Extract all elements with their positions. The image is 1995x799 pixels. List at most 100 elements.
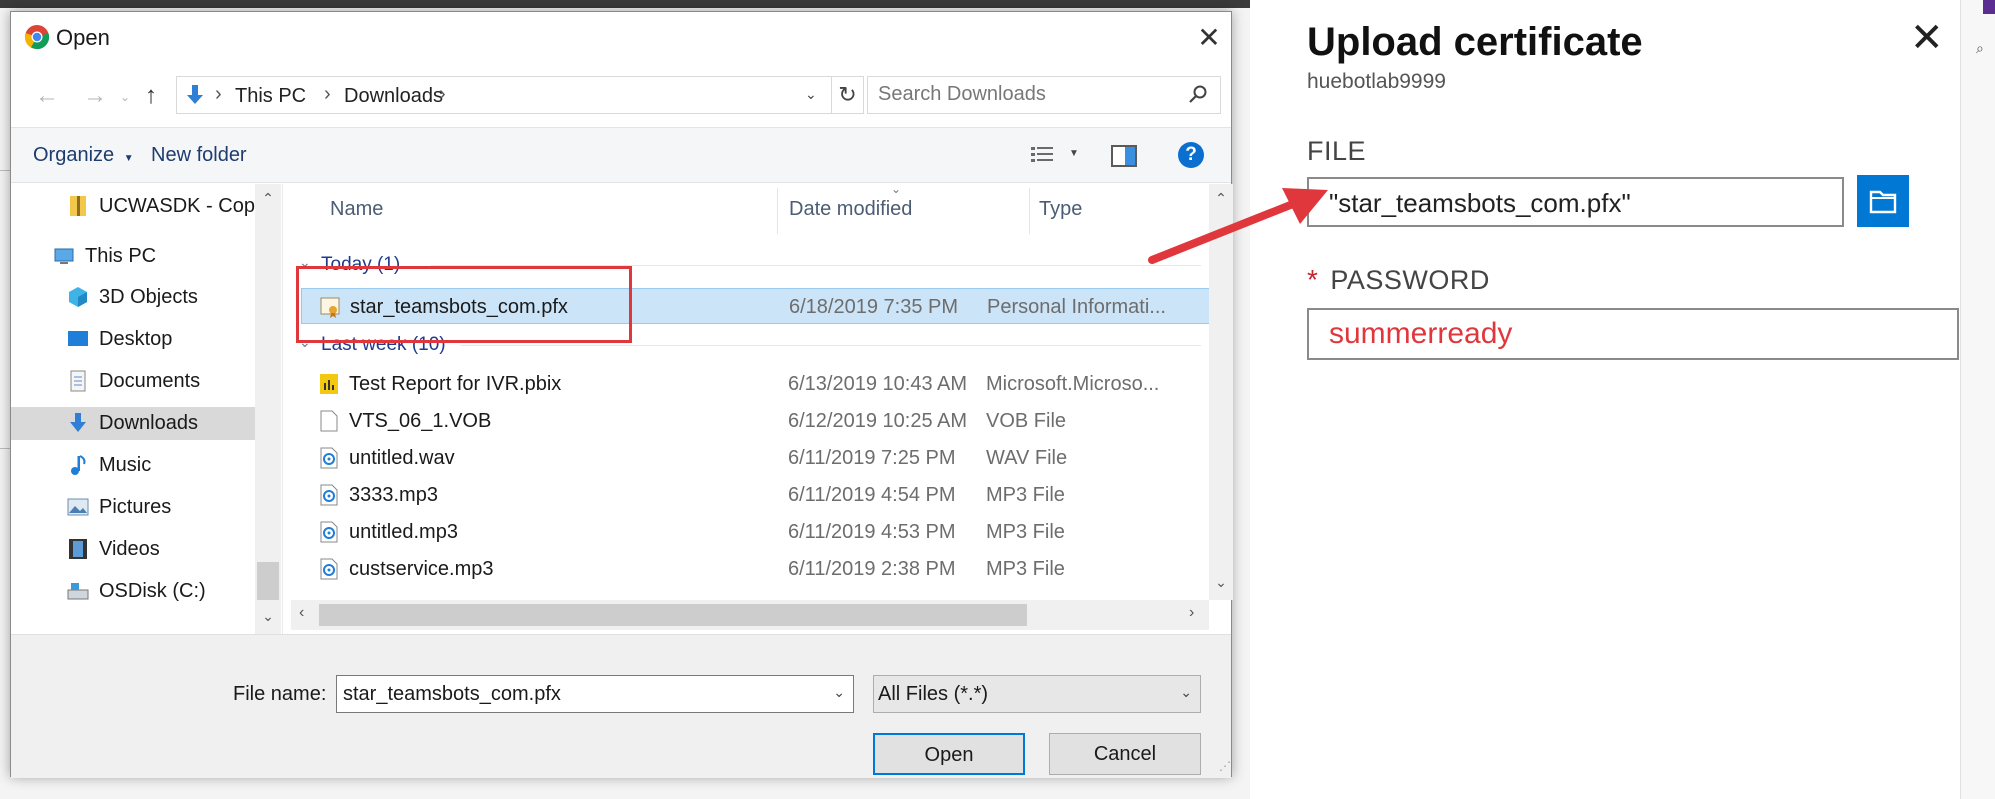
file-type: Microsoft.Microso... — [986, 373, 1160, 395]
nav-item-documents[interactable]: Documents — [11, 365, 259, 398]
organize-button[interactable]: Organize ▼ — [33, 144, 134, 167]
file-date: 6/11/2019 7:25 PM — [788, 447, 956, 469]
forward-arrow-icon[interactable]: → — [81, 82, 109, 110]
file-row[interactable]: VTS_06_1.VOB 6/12/2019 10:25 AM VOB File — [301, 403, 1231, 439]
file-date: 6/18/2019 7:35 PM — [789, 296, 959, 318]
file-type: MP3 File — [986, 521, 1065, 543]
view-options-dropdown-icon[interactable]: ▼ — [1069, 148, 1079, 159]
sort-indicator-icon: ⌄ — [891, 182, 902, 196]
upload-certificate-panel: Upload certificate huebotlab9999 ✕ FILE … — [1250, 0, 1960, 799]
column-header-date[interactable]: Date modified — [789, 198, 912, 221]
blank-file-icon — [320, 410, 338, 432]
column-divider[interactable] — [777, 188, 778, 234]
file-name-input[interactable]: star_teamsbots_com.pfx ⌄ — [336, 675, 854, 713]
file-name-history-chevron-icon[interactable]: ⌄ — [833, 684, 845, 701]
nav-item-desktop[interactable]: Desktop — [11, 323, 259, 356]
column-header-name[interactable]: Name — [330, 198, 383, 221]
file-row[interactable]: custservice.mp3 6/11/2019 2:38 PM MP3 Fi… — [301, 551, 1231, 587]
search-icon[interactable]: ⌕ — [1976, 40, 1984, 57]
nav-item-downloads[interactable]: Downloads — [11, 407, 259, 440]
file-name-value: star_teamsbots_com.pfx — [343, 683, 561, 705]
breadcrumb-downloads[interactable]: Downloads — [344, 85, 443, 108]
cube-icon — [69, 287, 87, 307]
scroll-down-arrow-icon[interactable]: ⌄ — [255, 608, 281, 625]
nav-item-ucwasdk[interactable]: UCWASDK - Cop — [11, 190, 259, 223]
nav-item-this-pc[interactable]: This PC — [11, 240, 259, 273]
horizontal-scrollbar-thumb[interactable] — [319, 604, 1027, 626]
file-row[interactable]: 3333.mp3 6/11/2019 4:54 PM MP3 File — [301, 477, 1231, 513]
audio-file-icon — [320, 484, 338, 506]
background-divider — [0, 170, 10, 171]
nav-label: Pictures — [99, 496, 172, 518]
background-divider — [0, 448, 10, 449]
open-button[interactable]: Open — [873, 733, 1025, 775]
scroll-down-arrow-icon[interactable]: ⌄ — [1209, 574, 1233, 591]
nav-label: OSDisk (C:) — [99, 580, 206, 602]
file-name: untitled.mp3 — [349, 521, 458, 543]
file-name: custservice.mp3 — [349, 558, 494, 580]
pictures-icon — [67, 498, 89, 516]
file-type: VOB File — [986, 410, 1067, 432]
nav-label: Videos — [99, 538, 160, 560]
file-date: 6/11/2019 2:38 PM — [788, 558, 956, 580]
file-row[interactable]: Test Report for IVR.pbix 6/13/2019 10:43… — [301, 366, 1231, 402]
music-note-icon — [71, 455, 86, 475]
close-icon[interactable]: ✕ — [1910, 18, 1944, 58]
nav-item-osdisk[interactable]: OSDisk (C:) — [11, 575, 259, 608]
download-arrow-icon — [187, 85, 203, 104]
nav-scrollbar-thumb[interactable] — [257, 562, 279, 600]
nav-item-3d-objects[interactable]: 3D Objects — [11, 281, 259, 314]
dialog-footer: File name: star_teamsbots_com.pfx ⌄ All … — [11, 634, 1231, 778]
scroll-up-arrow-icon[interactable]: ⌃ — [255, 190, 281, 207]
organize-dropdown-icon: ▼ — [123, 153, 134, 164]
nav-item-pictures[interactable]: Pictures — [11, 491, 259, 524]
preview-pane-icon[interactable] — [1111, 145, 1137, 167]
address-bar[interactable]: › This PC › Downloads › ⌄ — [176, 76, 832, 114]
file-date: 6/11/2019 4:54 PM — [788, 484, 956, 506]
breadcrumb-this-pc[interactable]: This PC — [235, 85, 306, 108]
scroll-left-arrow-icon[interactable]: ‹ — [299, 604, 304, 622]
file-type-value: All Files (*.*) — [878, 683, 989, 705]
file-type-select[interactable]: All Files (*.*) ⌄ — [873, 675, 1201, 713]
resize-grip-icon[interactable]: ⋰ — [1219, 759, 1231, 773]
column-header-type[interactable]: Type — [1039, 198, 1082, 221]
nav-label: This PC — [85, 245, 157, 267]
computer-icon — [54, 248, 74, 264]
file-list-horizontal-scrollbar[interactable]: ‹ › — [291, 600, 1209, 630]
refresh-icon[interactable]: ↻ — [832, 76, 864, 114]
view-list-icon[interactable] — [1031, 146, 1055, 166]
nav-item-music[interactable]: Music — [11, 449, 259, 482]
scroll-right-arrow-icon[interactable]: › — [1189, 604, 1194, 622]
help-button[interactable]: ? — [1178, 142, 1204, 168]
browse-button[interactable] — [1857, 175, 1909, 227]
nav-item-videos[interactable]: Videos — [11, 533, 259, 566]
dialog-close-button[interactable]: ✕ — [1191, 20, 1227, 56]
recent-locations-chevron-icon[interactable]: ⌄ — [111, 90, 139, 104]
file-row[interactable]: untitled.wav 6/11/2019 7:25 PM WAV File — [301, 440, 1231, 476]
desktop-icon — [68, 331, 88, 346]
search-icon[interactable] — [1188, 84, 1208, 104]
back-arrow-icon[interactable]: ← — [33, 82, 61, 110]
password-field-value: summerready — [1329, 317, 1513, 350]
new-folder-button[interactable]: New folder — [151, 144, 247, 167]
audio-file-icon — [320, 521, 338, 543]
file-name: 3333.mp3 — [349, 484, 438, 506]
nav-scrollbar[interactable]: ⌃ ⌄ — [255, 184, 281, 634]
password-field[interactable]: summerready — [1307, 308, 1959, 360]
search-input[interactable] — [868, 77, 1168, 112]
breadcrumb-separator: › — [215, 83, 222, 105]
dialog-titlebar: Open ✕ — [11, 12, 1231, 62]
address-dropdown-chevron-icon[interactable]: ⌄ — [805, 86, 817, 103]
file-name: Test Report for IVR.pbix — [349, 373, 562, 395]
file-field[interactable]: "star_teamsbots_com.pfx" — [1307, 177, 1844, 227]
file-name: VTS_06_1.VOB — [349, 410, 492, 432]
up-arrow-icon[interactable]: ↑ — [137, 82, 165, 110]
file-type: WAV File — [986, 447, 1068, 469]
audio-file-icon — [320, 558, 338, 580]
file-row[interactable]: untitled.mp3 6/11/2019 4:53 PM MP3 File — [301, 514, 1231, 550]
download-arrow-icon — [70, 413, 86, 432]
password-field-label: PASSWORD — [1330, 265, 1490, 295]
file-type: MP3 File — [986, 484, 1065, 506]
cancel-button[interactable]: Cancel — [1049, 733, 1201, 775]
column-divider[interactable] — [1029, 188, 1030, 234]
